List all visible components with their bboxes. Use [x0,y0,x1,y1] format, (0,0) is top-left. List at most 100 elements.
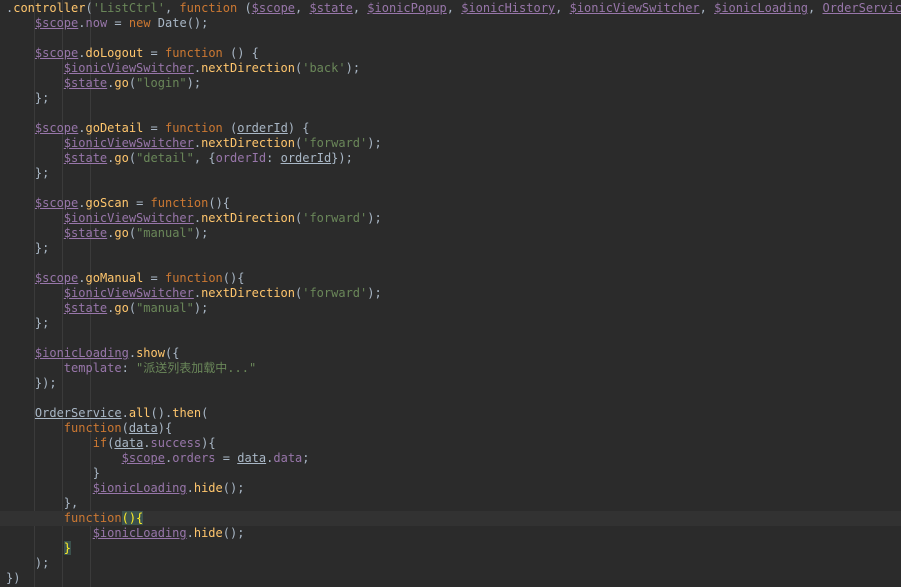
code-token: ); [345,61,361,75]
code-token: () [121,511,137,525]
code-line[interactable]: } [0,541,901,556]
code-token: : [121,361,137,375]
code-line[interactable]: }; [0,316,901,331]
code-token: nextDirection [201,61,295,75]
code-token: goDetail [85,121,144,135]
code-line[interactable]: $state.go("detail", {orderId: orderId}); [0,151,901,166]
code-token: ){ [201,436,216,450]
code-token: ( [128,226,137,240]
code-token: orderId [280,151,332,165]
code-token: (); [222,526,245,540]
code-line[interactable]: function(data){ [0,421,901,436]
code-token: }); [331,151,353,165]
code-line[interactable] [0,391,901,406]
code-token: OrderService [822,1,901,15]
code-token: new [128,16,158,30]
code-line[interactable]: $scope.goDetail = function (orderId) { [0,121,901,136]
code-line[interactable]: $scope.orders = data.data; [0,451,901,466]
code-token: ); [34,556,50,570]
code-line[interactable]: $ionicLoading.hide(); [0,481,901,496]
code-line[interactable]: }); [0,376,901,391]
code-token: Date [157,16,187,30]
code-token: , [295,1,310,15]
code-token: function [150,196,209,210]
code-line[interactable] [0,331,901,346]
code-line[interactable]: OrderService.all().then( [0,406,901,421]
code-line[interactable]: $ionicLoading.show({ [0,346,901,361]
code-token: goManual [85,271,144,285]
code-line[interactable]: $state.go("manual"); [0,301,901,316]
code-token: . [193,286,202,300]
code-line[interactable]: $scope.now = new Date(); [0,16,901,31]
code-line[interactable] [0,31,901,46]
code-token: () { [222,46,259,60]
code-token: ); [367,286,382,300]
code-token: show [136,346,165,360]
code-line[interactable] [0,181,901,196]
code-line[interactable]: $ionicLoading.hide(); [0,526,901,541]
code-token: $scope [34,16,79,30]
code-line[interactable]: }, [0,496,901,511]
code-line[interactable]: function(){ [0,511,901,526]
code-line[interactable]: template: "派送列表加载中..." [0,361,901,376]
code-line[interactable]: }; [0,241,901,256]
code-line[interactable]: $state.go("manual"); [0,226,901,241]
code-token: ( [121,421,129,435]
code-token: $ionicViewSwitcher [569,1,700,15]
code-token: { [136,511,144,525]
code-token: $ionicHistory [461,1,556,15]
code-editor[interactable]: .controller('ListCtrl', function ($scope… [0,0,901,587]
code-token: ); [367,211,382,225]
code-line[interactable]: $scope.goScan = function(){ [0,196,901,211]
code-token: $ionicLoading [92,481,187,495]
code-token: ){ [157,421,173,435]
code-token: data [128,421,158,435]
code-token: go [114,151,129,165]
code-line[interactable]: } [0,466,901,481]
code-line[interactable]: ); [0,556,901,571]
code-token: ( [85,1,93,15]
code-token: , [164,1,180,15]
code-line[interactable]: }; [0,166,901,181]
code-token: controller [13,1,86,15]
code-token: go [114,301,129,315]
code-token: nextDirection [201,211,295,225]
code-token: $ionicViewSwitcher [63,61,194,75]
code-line[interactable]: $ionicViewSwitcher.nextDirection('back')… [0,61,901,76]
code-line[interactable]: }) [0,571,901,586]
code-token: $scope [34,121,79,135]
code-line[interactable]: if(data.success){ [0,436,901,451]
code-line[interactable]: $state.go("login"); [0,76,901,91]
code-line[interactable]: $ionicViewSwitcher.nextDirection('forwar… [0,286,901,301]
code-token: 'forward' [302,136,368,150]
code-line[interactable]: $ionicViewSwitcher.nextDirection('forwar… [0,211,901,226]
code-token: hide [193,526,223,540]
code-line[interactable] [0,256,901,271]
code-line[interactable]: $scope.goManual = function(){ [0,271,901,286]
code-line[interactable]: $scope.doLogout = function () { [0,46,901,61]
code-line[interactable]: .controller('ListCtrl', function ($scope… [0,1,901,16]
code-token: $scope [34,271,79,285]
code-token: } [63,541,72,555]
code-token: . [121,406,129,420]
code-line[interactable] [0,106,901,121]
code-token: nextDirection [201,136,295,150]
code-line[interactable]: $ionicViewSwitcher.nextDirection('forwar… [0,136,901,151]
code-token: (); [222,481,245,495]
code-token: data [114,436,144,450]
code-token: , { [193,151,216,165]
code-line[interactable]: }; [0,91,901,106]
code-token: ); [193,301,209,315]
code-token: } [92,466,100,480]
